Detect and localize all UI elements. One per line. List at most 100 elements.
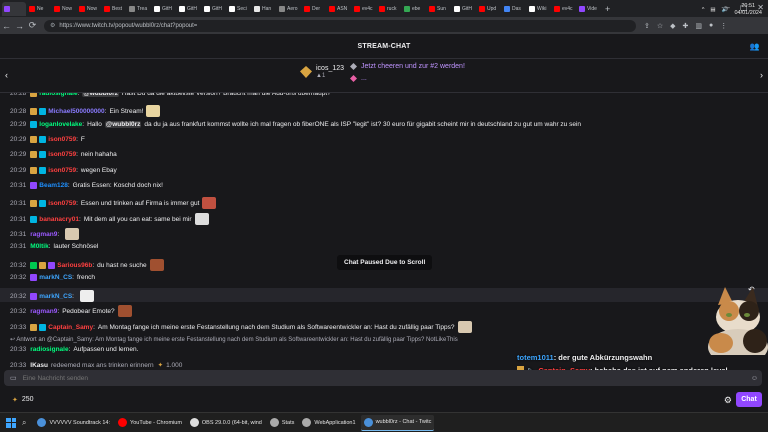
chat-message[interactable]: 20:31 ragman9: (10, 228, 80, 240)
chat-badge-icon[interactable] (30, 121, 38, 128)
mention-link[interactable]: @wubbl0rz (82, 93, 119, 97)
share-icon[interactable]: ⇪ (644, 22, 650, 30)
message-username[interactable]: ison0759 (48, 200, 76, 207)
message-username[interactable]: loganlovelake (39, 121, 82, 128)
browser-tab[interactable]: Trea (127, 2, 151, 16)
chat-paused-button[interactable]: Chat Paused Due to Scroll (337, 255, 433, 270)
emote-image[interactable] (146, 105, 161, 117)
chat-badge-icon[interactable] (39, 167, 47, 174)
browser-tab[interactable]: GitH (452, 2, 476, 16)
chat-badge-icon[interactable] (30, 182, 38, 189)
chat-badge-icon[interactable] (30, 107, 38, 115)
search-icon[interactable]: ⌕ (22, 418, 26, 428)
chat-message[interactable]: 20:32 markN_CS: (10, 290, 94, 302)
chat-message[interactable]: 20:32 ragman9: Pedobear Emote? (10, 305, 132, 317)
chat-message[interactable]: 20:29 ison0759: nein hahaha (10, 151, 117, 158)
taskbar-app[interactable]: VVVVVV Soundtrack 14: (34, 415, 113, 431)
reload-icon[interactable]: ⟳ (26, 20, 39, 31)
taskbar-app[interactable]: Stats (267, 415, 298, 431)
chat-badge-icon[interactable] (39, 107, 47, 115)
emote-image[interactable] (194, 213, 209, 225)
chat-message-list[interactable]: ↩ Antwort an @Captain_Samy: Am Montag fa… (0, 93, 768, 376)
chat-badge-icon[interactable] (30, 151, 38, 158)
message-username[interactable]: ragman9 (30, 231, 57, 238)
browser-tab[interactable]: Wiki (527, 2, 551, 16)
chat-badge-icon[interactable] (39, 151, 47, 158)
browser-tab[interactable]: ebe (402, 2, 426, 16)
chat-badge-icon[interactable] (39, 136, 47, 143)
emote-image[interactable] (457, 321, 472, 333)
chat-message[interactable]: 20:28 radiosignale: @wubbl0rz Hast Du da di… (10, 93, 331, 97)
browser-tab[interactable]: GitH (177, 2, 201, 16)
browser-tab[interactable]: Der (302, 2, 326, 16)
message-username[interactable]: radiosignale (39, 93, 77, 97)
chat-badge-icon[interactable] (39, 261, 47, 269)
chat-badge-icon[interactable] (30, 274, 38, 281)
profile-icon[interactable]: ● (709, 22, 713, 30)
chat-message[interactable]: 20:32 Sarious96b: du hast ne suche (10, 259, 164, 271)
taskbar-app[interactable]: WebApplication1 (299, 415, 358, 431)
chat-badge-icon[interactable] (30, 93, 38, 97)
emote-image[interactable] (149, 259, 164, 271)
message-username[interactable]: markN_CS (39, 293, 72, 300)
puzzle-icon[interactable]: ✚ (683, 22, 689, 30)
new-tab-icon[interactable]: + (605, 4, 610, 14)
message-username[interactable]: Beam128 (39, 182, 68, 189)
channel-points[interactable]: ✦ 250 (12, 396, 34, 404)
emote-picker-icon[interactable]: ☺ (751, 375, 758, 382)
message-username[interactable]: Sarious96b (57, 262, 92, 269)
site-info-icon[interactable]: ⚙ (50, 22, 55, 29)
browser-tab[interactable]: Sun (427, 2, 451, 16)
chat-message[interactable]: 20:31 M0ltik: lauter Schnösel (10, 243, 98, 250)
scroll-back-icon[interactable]: ↶ (748, 285, 755, 294)
mention-link[interactable]: @wubbl0rz (104, 121, 142, 128)
chat-badge-icon[interactable] (30, 167, 38, 174)
chat-badge-icon[interactable] (30, 215, 38, 223)
browser-tab[interactable] (2, 1, 26, 16)
chat-message[interactable]: 20:28 Michael500000000: Ein Stream! (10, 105, 161, 117)
chat-message[interactable]: 20:29 ison0759: F (10, 136, 85, 143)
chat-message[interactable]: 20:29 loganlovelake: Hallo @wubbl0rz da du j… (10, 121, 581, 128)
top-cheerer[interactable]: icos_123 ▲1 (300, 65, 344, 79)
taskbar-app[interactable]: OBS 29.0.0 (64-bit, wind (187, 415, 265, 431)
community-icon[interactable]: 👥 (750, 42, 760, 51)
url-field[interactable]: ⚙ https://www.twitch.tv/popout/wubbl0rz/… (44, 19, 636, 32)
chat-badge-icon[interactable] (30, 136, 38, 143)
chat-message-input[interactable] (22, 374, 703, 382)
chevron-up-icon[interactable]: ^ (702, 7, 705, 13)
cheer-prompt[interactable]: Jetzt cheeren und zur #2 werden! ... (350, 63, 465, 87)
extension-icon[interactable]: ◆ (670, 22, 675, 30)
emote-image[interactable] (202, 197, 217, 209)
message-username[interactable]: M0ltik (30, 243, 48, 250)
browser-tab[interactable]: GitH (152, 2, 176, 16)
chat-message[interactable]: 20:31 bananacry01: Mit dem all you can eat… (10, 213, 209, 225)
browser-tab[interactable]: Seci (227, 2, 251, 16)
chevron-left-icon[interactable]: ‹ (5, 70, 8, 80)
system-clock[interactable]: 20:51 04/01/2024 (734, 3, 762, 17)
browser-tab[interactable]: Han (252, 2, 276, 16)
message-username[interactable]: markN_CS (39, 274, 72, 281)
back-icon[interactable]: ← (0, 21, 13, 31)
chat-badge-icon[interactable] (30, 261, 38, 269)
message-username[interactable]: radiosignale (30, 346, 68, 353)
browser-tab[interactable]: Ne (27, 2, 51, 16)
browser-tab[interactable]: Now (77, 2, 101, 16)
chat-message[interactable]: 20:29 ison0759: wegen Ebay (10, 167, 117, 174)
emote-image[interactable] (117, 305, 132, 317)
chat-badge-icon[interactable] (39, 199, 47, 207)
browser-tab[interactable]: Aero (277, 2, 301, 16)
volume-icon[interactable]: 🔊 (722, 7, 729, 13)
chat-message[interactable]: 20:33 radiosignale : Aufpassen und lerne… (10, 346, 138, 353)
message-username[interactable]: ison0759 (48, 167, 76, 174)
emote-image[interactable] (65, 228, 80, 240)
browser-tab[interactable]: GitH (202, 2, 226, 16)
browser-tab[interactable]: ev4c (552, 2, 576, 16)
browser-tab[interactable]: Vide (577, 2, 601, 16)
browser-tab[interactable]: ev4c (352, 2, 376, 16)
chat-message[interactable]: 20:32 markN_CS: french (10, 274, 95, 281)
browser-tab[interactable]: Now (52, 2, 76, 16)
chat-send-button[interactable]: Chat (736, 392, 762, 407)
redeem-username[interactable]: IKasu (30, 362, 48, 369)
chat-badge-icon[interactable] (39, 323, 47, 331)
browser-tab[interactable]: ASN (327, 2, 351, 16)
